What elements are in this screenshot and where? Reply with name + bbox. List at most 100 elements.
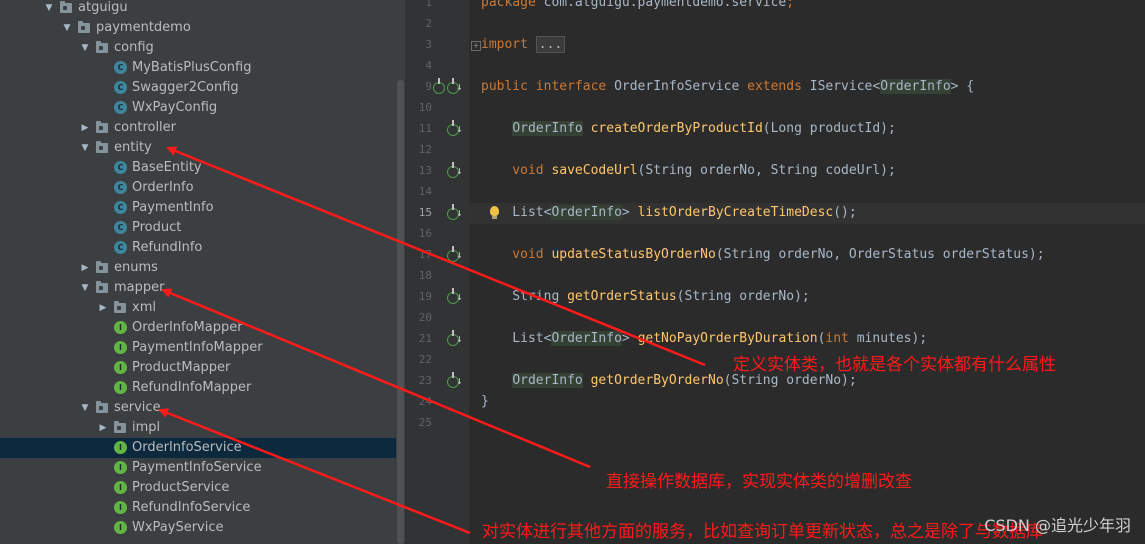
- tree-item-mapper[interactable]: ▼ mapper: [0, 278, 396, 298]
- chevron-down-icon[interactable]: ▼: [62, 18, 72, 38]
- tree-item-label: RefundInfoMapper: [132, 380, 252, 395]
- chevron-down-icon[interactable]: ▼: [80, 138, 90, 158]
- tree-item-label: atguigu: [78, 0, 128, 15]
- tree-item-atguigu[interactable]: ▼ atguigu: [0, 0, 396, 18]
- code-line[interactable]: import ...: [481, 35, 566, 55]
- code-line[interactable]: public interface OrderInfoService extend…: [481, 77, 974, 97]
- tree-item-orderinfoservice[interactable]: I OrderInfoService: [0, 438, 396, 458]
- code-token: OrderInfo: [551, 331, 622, 346]
- csdn-watermark: CSDN @追光少年羽: [984, 516, 1131, 535]
- implemented-icon[interactable]: [433, 78, 445, 94]
- tree-item-label: Product: [132, 220, 182, 235]
- code-token: ;: [786, 0, 795, 10]
- line-number: 16: [418, 227, 432, 240]
- chevron-down-icon[interactable]: ▼: [80, 38, 90, 58]
- line-number: 24: [418, 395, 432, 408]
- chevron-right-icon[interactable]: ▶: [80, 258, 90, 278]
- tree-item-label: OrderInfoService: [132, 440, 242, 455]
- override-down-icon[interactable]: ↓: [456, 332, 463, 345]
- override-down-icon[interactable]: ↓: [456, 206, 463, 219]
- tree-item-orderinfo[interactable]: C OrderInfo: [0, 178, 396, 198]
- code-token: saveCodeUrl: [551, 163, 638, 178]
- code-line[interactable]: List<OrderInfo> listOrderByCreateTimeDes…: [481, 203, 857, 223]
- package-folder-icon: [96, 121, 108, 133]
- tree-item-impl[interactable]: ▶ impl: [0, 418, 396, 438]
- tree-item-baseentity[interactable]: C BaseEntity: [0, 158, 396, 178]
- tree-item-paymentinfo[interactable]: C PaymentInfo: [0, 198, 396, 218]
- code-token: (String orderNo);: [676, 289, 810, 304]
- tree-item-wxpayservice[interactable]: I WxPayService: [0, 518, 396, 538]
- interface-icon: I: [114, 341, 127, 354]
- tree-item-productservice[interactable]: I ProductService: [0, 478, 396, 498]
- tree-item-paymentdemo[interactable]: ▼ paymentdemo: [0, 18, 396, 38]
- tree-item-service[interactable]: ▼ service: [0, 398, 396, 418]
- line-number: 21: [418, 332, 432, 345]
- override-down-icon[interactable]: ↓: [456, 80, 463, 93]
- tree-item-mybatisplusconfig[interactable]: C MyBatisPlusConfig: [0, 58, 396, 78]
- code-line[interactable]: List<OrderInfo> getNoPayOrderByDuration(…: [481, 329, 927, 349]
- code-token: void: [481, 163, 552, 178]
- line-number: 13: [418, 164, 432, 177]
- tree-item-label: RefundInfo: [132, 240, 203, 255]
- code-token: String: [481, 289, 568, 304]
- tree-item-enums[interactable]: ▶ enums: [0, 258, 396, 278]
- line-number: 25: [418, 416, 432, 429]
- code-token: List<: [481, 205, 552, 220]
- override-down-icon[interactable]: ↓: [456, 374, 463, 387]
- line-number: 19: [418, 290, 432, 303]
- code-token: int: [825, 331, 857, 346]
- tree-item-refundinfomapper[interactable]: I RefundInfoMapper: [0, 378, 396, 398]
- tree-item-controller[interactable]: ▶ controller: [0, 118, 396, 138]
- chevron-down-icon[interactable]: ▼: [80, 398, 90, 418]
- code-line[interactable]: }: [481, 392, 489, 412]
- tree-item-refundinfoservice[interactable]: I RefundInfoService: [0, 498, 396, 518]
- tree-item-config[interactable]: ▼ config: [0, 38, 396, 58]
- tree-item-label: WxPayService: [132, 520, 224, 535]
- tree-item-label: xml: [132, 300, 156, 315]
- code-editor[interactable]: 1 2 3 4 9 ↓ 10 11 ↓ 12 13 ↓ 14 15 ↓ 16 17 ↓ 18 19 ↓ 20 21 ↓ 22 23…: [405, 0, 1145, 544]
- override-down-icon[interactable]: ↓: [456, 248, 463, 261]
- override-down-icon[interactable]: ↓: [456, 164, 463, 177]
- tree-scrollbar[interactable]: [397, 80, 404, 544]
- chevron-right-icon[interactable]: ▶: [80, 118, 90, 138]
- interface-icon: I: [114, 501, 127, 514]
- chevron-down-icon[interactable]: ▼: [80, 278, 90, 298]
- tree-item-wxpayconfig[interactable]: C WxPayConfig: [0, 98, 396, 118]
- tree-item-orderinfomapper[interactable]: I OrderInfoMapper: [0, 318, 396, 338]
- code-line[interactable]: String getOrderStatus(String orderNo);: [481, 287, 810, 307]
- tree-item-paymentinfoservice[interactable]: I PaymentInfoService: [0, 458, 396, 478]
- code-token: extends: [747, 79, 810, 94]
- annotation-service: 对实体进行其他方面的服务，比如查询订单更新状态，总之是除了与数据库: [482, 522, 1043, 542]
- override-down-icon[interactable]: ↓: [456, 290, 463, 303]
- tree-item-productmapper[interactable]: I ProductMapper: [0, 358, 396, 378]
- chevron-down-icon[interactable]: ▼: [44, 0, 54, 18]
- code-line[interactable]: OrderInfo createOrderByProductId(Long pr…: [481, 119, 896, 139]
- code-line[interactable]: void updateStatusByOrderNo(String orderN…: [481, 245, 1044, 265]
- package-folder-icon: [78, 21, 90, 33]
- class-icon: C: [114, 241, 127, 254]
- chevron-right-icon[interactable]: ▶: [98, 418, 108, 438]
- tree-item-paymentinfomapper[interactable]: I PaymentInfoMapper: [0, 338, 396, 358]
- line-number: 22: [418, 353, 432, 366]
- override-down-icon[interactable]: ↓: [456, 122, 463, 135]
- code-token: }: [481, 394, 489, 409]
- tree-item-label: Swagger2Config: [132, 80, 239, 95]
- folded-imports[interactable]: ...: [535, 36, 566, 53]
- tree-item-refundinfo[interactable]: C RefundInfo: [0, 238, 396, 258]
- fold-expand-icon[interactable]: +: [471, 41, 481, 51]
- tree-item-label: enums: [114, 260, 158, 275]
- code-token: getOrderStatus: [567, 289, 677, 304]
- chevron-right-icon[interactable]: ▶: [98, 298, 108, 318]
- code-line[interactable]: package com.atguigu.paymentdemo.service;: [481, 0, 794, 13]
- tree-item-entity[interactable]: ▼ entity: [0, 138, 396, 158]
- code-token: OrderInfo: [880, 79, 951, 94]
- code-token: createOrderByProductId: [582, 121, 763, 136]
- code-line[interactable]: void saveCodeUrl(String orderNo, String …: [481, 161, 896, 181]
- tree-item-swagger2config[interactable]: C Swagger2Config: [0, 78, 396, 98]
- package-folder-icon: [96, 401, 108, 413]
- tree-item-product[interactable]: C Product: [0, 218, 396, 238]
- tree-item-xml[interactable]: ▶ xml: [0, 298, 396, 318]
- code-token: com.atguigu.paymentdemo.service: [543, 0, 787, 10]
- code-token: getOrderByOrderNo: [582, 373, 724, 388]
